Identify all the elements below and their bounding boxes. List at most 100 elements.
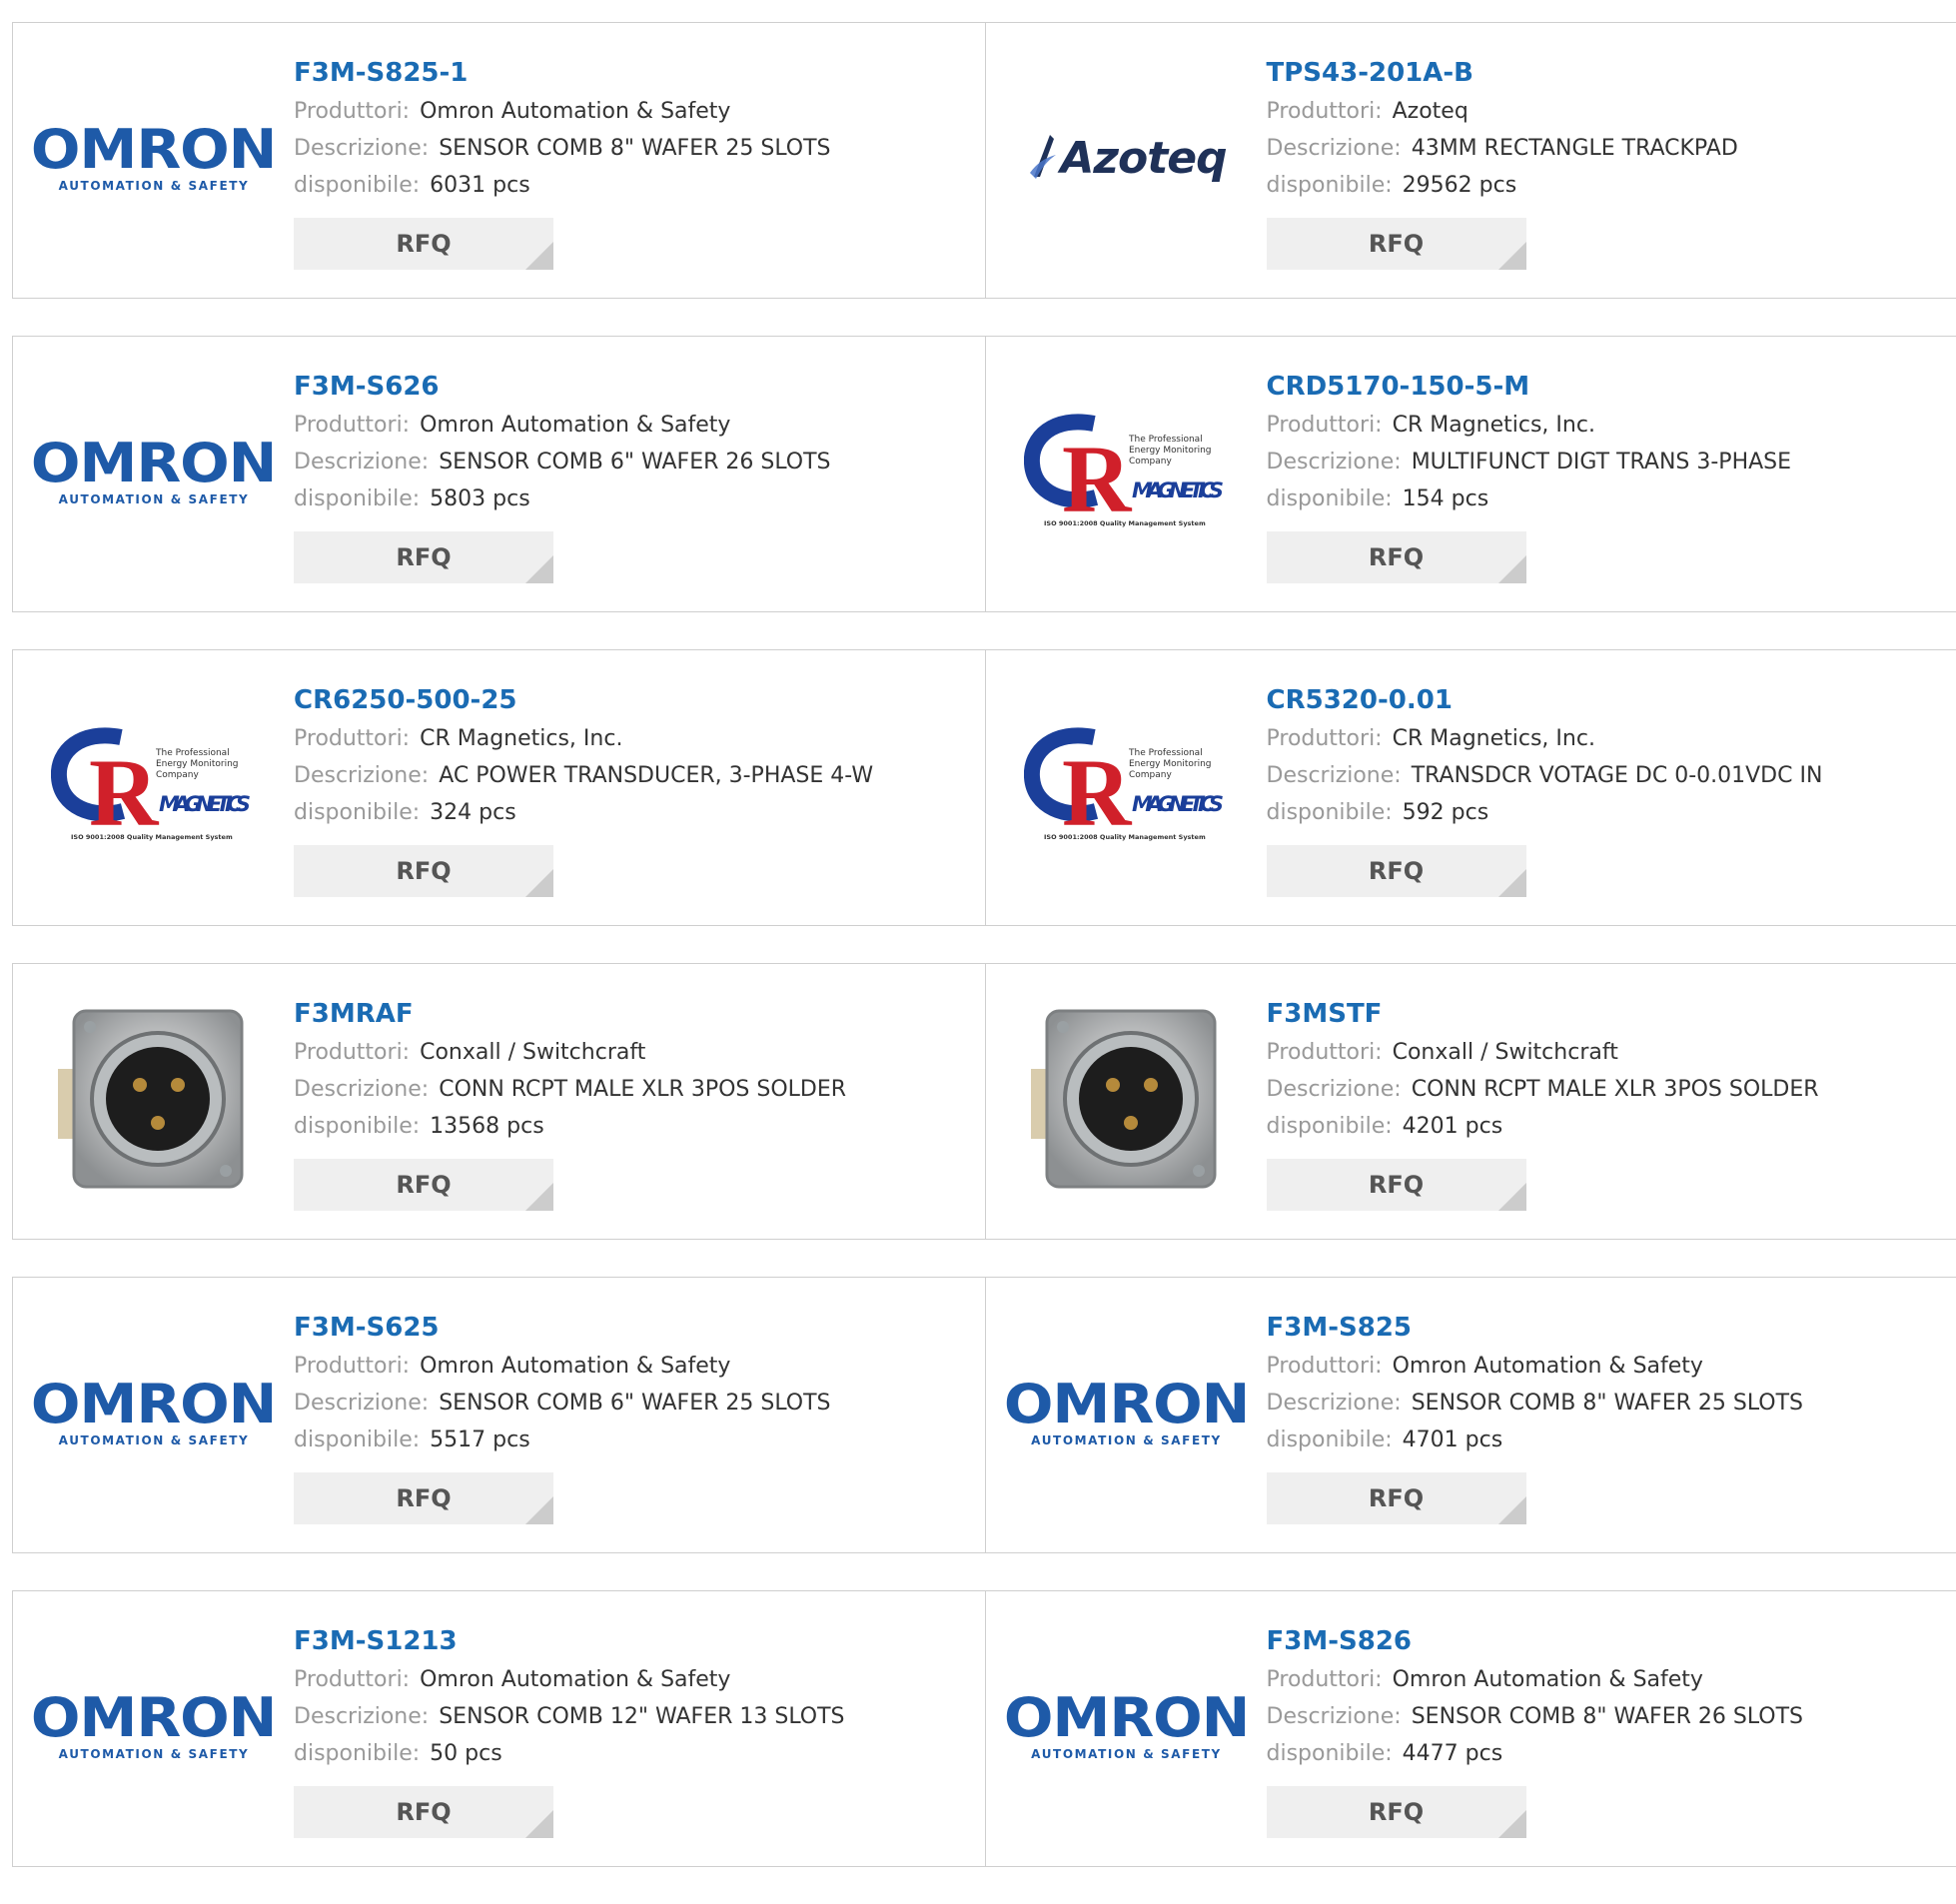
product-logo[interactable] [1024, 1019, 1230, 1179]
product-info: TPS43-201A-BProduttori:AzoteqDescrizione… [1267, 53, 1738, 270]
description-line: Descrizione:MULTIFUNCT DIGT TRANS 3-PHAS… [1267, 444, 1792, 480]
part-number-link[interactable]: CR6250-500-25 [294, 680, 873, 720]
product-card: RThe ProfessionalEnergy MonitoringCompan… [13, 650, 985, 925]
part-number-link[interactable]: CR5320-0.01 [1267, 680, 1823, 720]
rfq-button[interactable]: RFQ [294, 1472, 553, 1524]
description-line: Descrizione:CONN RCPT MALE XLR 3POS SOLD… [1267, 1071, 1819, 1108]
description-value: SENSOR COMB 8" WAFER 25 SLOTS [1412, 1391, 1803, 1416]
availability-line: disponibile:324 pcs [294, 794, 873, 831]
manufacturer-line: Produttori:CR Magnetics, Inc. [1267, 407, 1792, 444]
corner-triangle-icon [1498, 1183, 1526, 1211]
product-logo[interactable]: OMRONAUTOMATION & SAFETY [1024, 1333, 1230, 1492]
part-number-link[interactable]: F3M-S626 [294, 367, 831, 407]
svg-text:Company: Company [156, 770, 199, 780]
product-logo[interactable]: RThe ProfessionalEnergy MonitoringCompan… [1024, 392, 1230, 551]
rfq-label: RFQ [396, 230, 451, 258]
manufacturer-label: Produttori: [1267, 726, 1383, 751]
svg-text:The Professional: The Professional [1128, 435, 1203, 445]
svg-text:Company: Company [1129, 770, 1172, 780]
product-card: Azoteq TPS43-201A-BProduttori:AzoteqDescr… [985, 23, 1956, 298]
svg-text:ISO 9001:2008 Quality Manageme: ISO 9001:2008 Quality Management System [1044, 833, 1206, 841]
availability-line: disponibile:592 pcs [1267, 794, 1823, 831]
manufacturer-label: Produttori: [1267, 413, 1383, 438]
product-logo[interactable] [51, 1019, 257, 1179]
rfq-button[interactable]: RFQ [294, 218, 553, 270]
rfq-label: RFQ [1369, 857, 1424, 885]
product-grid: OMRONAUTOMATION & SAFETYF3M-S825-1Produt… [12, 22, 1956, 1904]
product-logo[interactable]: OMRONAUTOMATION & SAFETY [51, 78, 257, 238]
svg-text:ISO 9001:2008 Quality Manageme: ISO 9001:2008 Quality Management System [71, 833, 233, 841]
product-logo[interactable]: RThe ProfessionalEnergy MonitoringCompan… [51, 705, 257, 865]
description-label: Descrizione: [294, 1077, 429, 1102]
corner-triangle-icon [525, 242, 553, 270]
description-line: Descrizione:SENSOR COMB 6" WAFER 26 SLOT… [294, 444, 831, 480]
rfq-button[interactable]: RFQ [294, 1159, 553, 1211]
rfq-button[interactable]: RFQ [294, 531, 553, 583]
availability-label: disponibile: [294, 1741, 420, 1766]
rfq-label: RFQ [1369, 230, 1424, 258]
svg-text:The Professional: The Professional [155, 748, 230, 758]
rfq-button[interactable]: RFQ [1267, 845, 1526, 897]
description-line: Descrizione:AC POWER TRANSDUCER, 3-PHASE… [294, 757, 873, 794]
rfq-button[interactable]: RFQ [1267, 531, 1526, 583]
corner-triangle-icon [1498, 869, 1526, 897]
svg-text:R: R [89, 739, 160, 845]
part-number-link[interactable]: F3M-S825 [1267, 1308, 1804, 1348]
part-number-link[interactable]: TPS43-201A-B [1267, 53, 1738, 93]
rfq-button[interactable]: RFQ [1267, 1472, 1526, 1524]
manufacturer-line: Produttori:Omron Automation & Safety [1267, 1661, 1804, 1698]
manufacturer-value: Omron Automation & Safety [420, 99, 730, 124]
rfq-button[interactable]: RFQ [1267, 1786, 1526, 1838]
corner-triangle-icon [1498, 242, 1526, 270]
product-logo[interactable]: OMRONAUTOMATION & SAFETY [1024, 1646, 1230, 1806]
omron-logo: OMRONAUTOMATION & SAFETY [40, 1378, 267, 1447]
rfq-label: RFQ [396, 1798, 451, 1826]
rfq-label: RFQ [1369, 1798, 1424, 1826]
availability-line: disponibile:13568 pcs [294, 1108, 846, 1145]
availability-label: disponibile: [1267, 800, 1393, 825]
description-label: Descrizione: [294, 1704, 429, 1729]
product-card: OMRONAUTOMATION & SAFETYF3M-S625Produtto… [13, 1278, 985, 1552]
part-number-link[interactable]: CRD5170-150-5-M [1267, 367, 1792, 407]
rfq-button[interactable]: RFQ [1267, 218, 1526, 270]
product-logo[interactable]: OMRONAUTOMATION & SAFETY [51, 1333, 257, 1492]
availability-value: 50 pcs [430, 1741, 502, 1766]
product-logo[interactable]: Azoteq [1024, 78, 1230, 238]
product-logo[interactable]: OMRONAUTOMATION & SAFETY [51, 1646, 257, 1806]
part-number-link[interactable]: F3M-S625 [294, 1308, 831, 1348]
azoteq-logo: Azoteq [1026, 133, 1226, 184]
part-number-link[interactable]: F3MRAF [294, 994, 846, 1034]
corner-triangle-icon [1498, 555, 1526, 583]
description-label: Descrizione: [1267, 1391, 1402, 1416]
product-logo[interactable]: OMRONAUTOMATION & SAFETY [51, 392, 257, 551]
availability-line: disponibile:4477 pcs [1267, 1735, 1804, 1772]
manufacturer-label: Produttori: [1267, 1354, 1383, 1379]
description-value: AC POWER TRANSDUCER, 3-PHASE 4-W [439, 763, 873, 788]
product-row: OMRONAUTOMATION & SAFETY F3M-S626 Produtto… [12, 336, 1956, 612]
rfq-button[interactable]: RFQ [294, 845, 553, 897]
manufacturer-label: Produttori: [294, 1040, 410, 1065]
product-info: CR6250-500-25Produttori:CR Magnetics, In… [294, 680, 873, 897]
manufacturer-value: Omron Automation & Safety [1393, 1667, 1703, 1692]
svg-text:R: R [1062, 426, 1133, 531]
product-info: F3M-S826Produttori:Omron Automation & Sa… [1267, 1621, 1804, 1838]
part-number-link[interactable]: F3MSTF [1267, 994, 1819, 1034]
product-info: F3M-S825-1Produttori:Omron Automation & … [294, 53, 831, 270]
azoteq-swoosh-icon [1026, 133, 1060, 183]
product-row: OMRONAUTOMATION & SAFETY F3M-S1213 Produtt… [12, 1590, 1956, 1867]
product-card: F3MRAFProduttori:Conxall / SwitchcraftDe… [13, 964, 985, 1239]
part-number-link[interactable]: F3M-S825-1 [294, 53, 831, 93]
rfq-button[interactable]: RFQ [1267, 1159, 1526, 1211]
availability-label: disponibile: [294, 173, 420, 198]
description-line: Descrizione:43MM RECTANGLE TRACKPAD [1267, 130, 1738, 167]
corner-triangle-icon [525, 1496, 553, 1524]
rfq-label: RFQ [396, 1171, 451, 1199]
svg-text:R: R [1062, 739, 1133, 845]
product-logo[interactable]: RThe ProfessionalEnergy MonitoringCompan… [1024, 705, 1230, 865]
product-card: OMRONAUTOMATION & SAFETYF3M-S825-1Produt… [13, 23, 985, 298]
part-number-link[interactable]: F3M-S826 [1267, 1621, 1804, 1661]
rfq-button[interactable]: RFQ [294, 1786, 553, 1838]
corner-triangle-icon [525, 1183, 553, 1211]
description-line: Descrizione:CONN RCPT MALE XLR 3POS SOLD… [294, 1071, 846, 1108]
part-number-link[interactable]: F3M-S1213 [294, 1621, 845, 1661]
